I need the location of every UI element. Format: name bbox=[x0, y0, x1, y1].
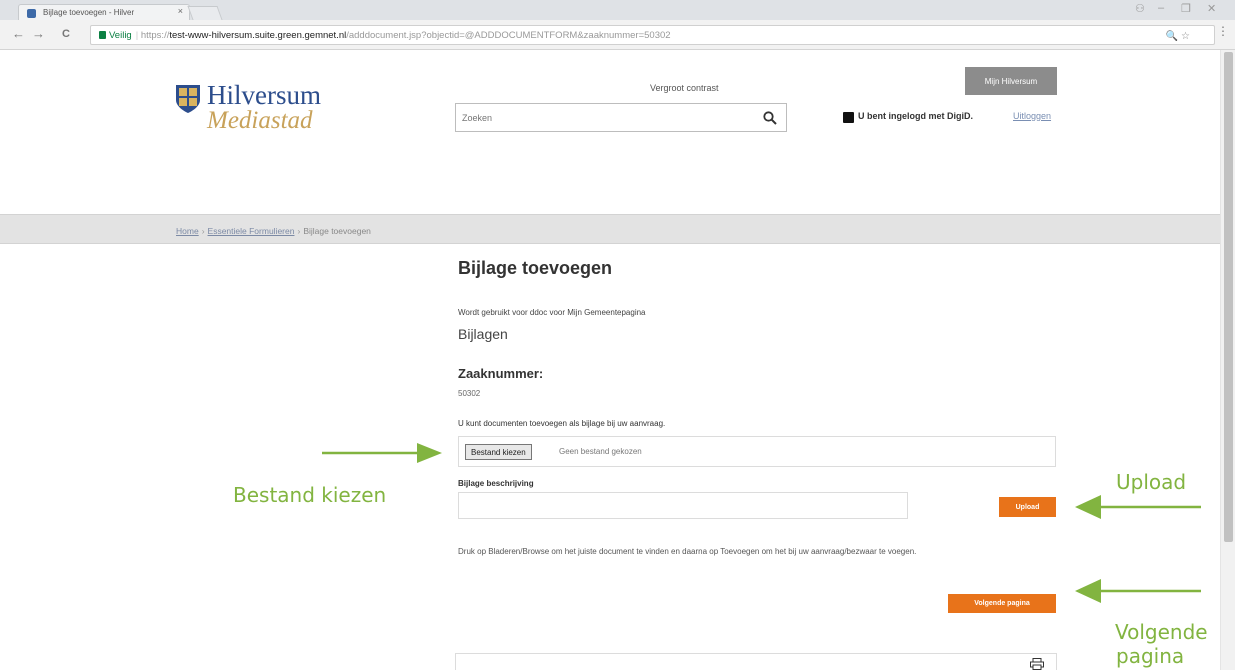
scrollbar[interactable] bbox=[1220, 50, 1235, 670]
shield-icon bbox=[176, 85, 200, 113]
scrollbar-thumb[interactable] bbox=[1224, 52, 1233, 542]
annotation-next-label-1: Volgende bbox=[1115, 620, 1208, 644]
section-title: Bijlagen bbox=[458, 326, 508, 342]
contrast-link[interactable]: Vergroot contrast bbox=[650, 83, 719, 93]
annotation-upload-label: Upload bbox=[1116, 470, 1187, 494]
url-scheme: https:// bbox=[140, 30, 170, 41]
page-title: Bijlage toevoegen bbox=[458, 258, 613, 278]
annotation-arrow-left-icon bbox=[1075, 495, 1201, 519]
annotation-next-label-2: pagina bbox=[1116, 644, 1185, 668]
close-window-icon[interactable]: ✕ bbox=[1207, 2, 1216, 15]
breadcrumb-home[interactable]: Home bbox=[176, 226, 199, 236]
url-path: /adddocument.jsp?objectid=@ADDDOCUMENTFO… bbox=[346, 30, 671, 41]
search-icon[interactable] bbox=[763, 111, 777, 125]
tab-close-icon[interactable]: × bbox=[178, 6, 183, 16]
logo-subtitle: Mediastad bbox=[207, 107, 313, 134]
browser-menu-icon[interactable]: ⋮ bbox=[1217, 24, 1229, 38]
breadcrumb-separator: › bbox=[201, 226, 205, 236]
lock-icon bbox=[99, 31, 106, 39]
minimize-icon[interactable]: ‒ bbox=[1158, 2, 1164, 14]
digid-icon bbox=[843, 112, 854, 123]
logout-link[interactable]: Uitloggen bbox=[1013, 111, 1051, 121]
annotation-file-label: Bestand kiezen bbox=[233, 483, 387, 507]
description-label: Bijlage beschrijving bbox=[458, 479, 534, 488]
tab-title: Bijlage toevoegen - Hilver bbox=[43, 8, 135, 17]
file-picker: Bestand kiezen Geen bestand gekozen bbox=[458, 436, 1056, 467]
choose-file-button[interactable]: Bestand kiezen bbox=[465, 444, 532, 460]
bottom-panel bbox=[455, 653, 1057, 670]
upload-button[interactable]: Upload bbox=[999, 497, 1056, 517]
zoom-star-icon[interactable]: 🔍 ☆ bbox=[1166, 31, 1190, 42]
annotation-arrow-left-icon bbox=[1075, 579, 1201, 603]
forward-icon[interactable]: → bbox=[32, 26, 45, 41]
breadcrumb-separator: › bbox=[297, 226, 301, 236]
browser-tab-bar: Bijlage toevoegen - Hilver × ⚇ ‒ ❐ ✕ bbox=[0, 0, 1235, 21]
back-icon[interactable]: ← bbox=[12, 26, 25, 41]
address-bar[interactable]: Veilig | https://test-www-hilversum.suite… bbox=[90, 25, 1215, 45]
web-page: Hilversum Mediastad Vergroot contrast Mi… bbox=[0, 50, 1220, 670]
description-input[interactable] bbox=[458, 492, 908, 519]
zaak-label: Zaaknummer: bbox=[458, 366, 544, 381]
next-page-button[interactable]: Volgende pagina bbox=[948, 594, 1056, 613]
favicon-icon bbox=[27, 9, 36, 18]
browser-tab[interactable]: Bijlage toevoegen - Hilver × bbox=[18, 4, 190, 21]
screenshot: Bijlage toevoegen - Hilver × ⚇ ‒ ❐ ✕ ← →… bbox=[0, 0, 1235, 670]
breadcrumb-forms[interactable]: Essentiele Formulieren bbox=[208, 226, 295, 236]
url-host: test-www-hilversum.suite.green.gemnet.nl bbox=[169, 30, 347, 41]
maximize-icon[interactable]: ❐ bbox=[1181, 2, 1191, 15]
no-file-text: Geen bestand gekozen bbox=[559, 447, 642, 456]
breadcrumb: Home › Essentiele Formulieren › Bijlage toev… bbox=[176, 226, 371, 236]
login-status: U bent ingelogd met DigiD. bbox=[858, 111, 973, 121]
reload-icon[interactable]: C bbox=[62, 28, 70, 40]
print-icon[interactable] bbox=[1030, 658, 1044, 670]
new-tab-button[interactable] bbox=[187, 6, 223, 20]
add-documents-text: U kunt documenten toevoegen als bijlage … bbox=[458, 419, 666, 428]
breadcrumb-current: Bijlage toevoegen bbox=[303, 226, 371, 236]
search-box bbox=[455, 103, 787, 132]
breadcrumb-bar: Home › Essentiele Formulieren › Bijlage toev… bbox=[0, 214, 1220, 244]
secure-label: Veilig bbox=[109, 30, 132, 41]
browser-toolbar: ← → C Veilig | https://test-www-hilversum… bbox=[0, 20, 1235, 50]
zaak-number: 50302 bbox=[458, 389, 481, 398]
user-icon[interactable]: ⚇ bbox=[1135, 2, 1145, 15]
mijn-hilversum-button[interactable]: Mijn Hilversum bbox=[965, 67, 1057, 95]
site-logo[interactable]: Hilversum Mediastad bbox=[175, 80, 365, 140]
intro-text: Wordt gebruikt voor ddoc voor Mijn Gemee… bbox=[458, 308, 646, 317]
search-input[interactable] bbox=[456, 104, 756, 131]
annotation-arrow-right-icon bbox=[322, 443, 442, 463]
help-text: Druk op Bladeren/Browse om het juiste do… bbox=[458, 547, 917, 556]
